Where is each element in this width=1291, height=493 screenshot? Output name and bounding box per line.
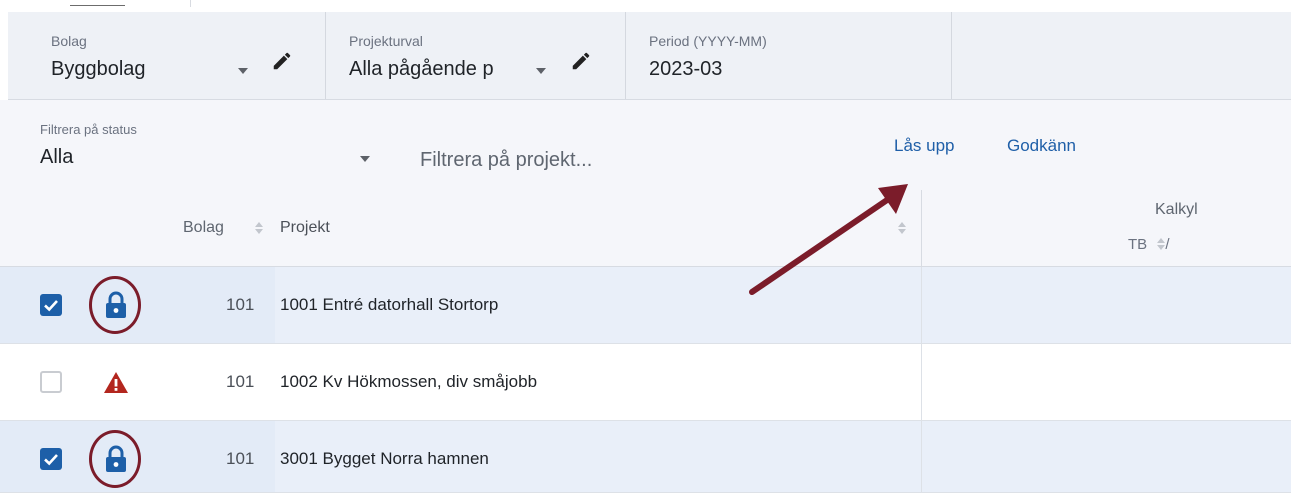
edit-pencil-icon[interactable] [570, 50, 592, 72]
chevron-down-icon[interactable] [238, 68, 248, 74]
row-checkbox[interactable] [40, 294, 62, 316]
column-header-tb[interactable]: TB / [1128, 236, 1170, 253]
projekturval-label: Projekturval [349, 33, 423, 49]
cropped-tab [10, 0, 191, 7]
row-projekt: 1001 Entré datorhall Stortorp [280, 295, 499, 314]
tb-separator: / [1165, 236, 1170, 253]
table-header: Bolag Projekt Kalkyl TB / [0, 190, 1291, 268]
bolag-label: Bolag [51, 33, 87, 49]
selector-header: Bolag Byggbolag Projekturval Alla pågåen… [8, 12, 1291, 100]
status-filter-value[interactable]: Alla [40, 146, 73, 169]
sort-icon[interactable] [255, 222, 263, 234]
table-row[interactable]: 101 1001 Entré datorhall Stortorp [0, 267, 1291, 344]
sort-icon[interactable] [898, 222, 906, 234]
column-divider [921, 421, 922, 492]
column-divider [921, 267, 922, 343]
row-projekt: 1002 Kv Hökmossen, div småjobb [280, 372, 538, 391]
chevron-down-icon[interactable] [360, 156, 370, 162]
row-bolag: 101 [226, 372, 255, 391]
bolag-selector[interactable]: Bolag Byggbolag [8, 12, 326, 99]
period-field[interactable]: Period (YYYY-MM) 2023-03 [626, 12, 952, 99]
checkmark-icon [44, 300, 58, 312]
filter-bar: Filtrera på status Alla Lås upp Godkänn [0, 100, 1291, 190]
warning-icon [104, 372, 128, 393]
status-filter-label: Filtrera på status [40, 122, 137, 137]
project-filter-input[interactable] [418, 142, 762, 178]
column-divider [921, 190, 922, 266]
chevron-down-icon[interactable] [536, 68, 546, 74]
table-row[interactable]: 101 3001 Bygget Norra hamnen [0, 421, 1291, 493]
annotation-circle [89, 430, 141, 488]
projekturval-value[interactable]: Alla pågående p [349, 58, 494, 81]
top-strip [0, 0, 1291, 12]
unlock-button[interactable]: Lås upp [894, 136, 955, 156]
checkmark-icon [44, 454, 58, 466]
column-group-kalkyl: Kalkyl [1155, 201, 1198, 218]
edit-pencil-icon[interactable] [271, 50, 293, 72]
period-label: Period (YYYY-MM) [649, 33, 767, 49]
cropped-underline [70, 0, 125, 6]
row-projekt: 3001 Bygget Norra hamnen [280, 449, 489, 468]
row-bolag: 101 [226, 295, 255, 314]
column-header-projekt[interactable]: Projekt [280, 219, 330, 237]
row-checkbox[interactable] [40, 448, 62, 470]
projekturval-selector[interactable]: Projekturval Alla pågående p [326, 12, 626, 99]
bolag-value[interactable]: Byggbolag [51, 58, 146, 81]
tb-label: TB [1128, 236, 1148, 253]
approve-button[interactable]: Godkänn [1007, 136, 1076, 156]
column-header-bolag[interactable]: Bolag [183, 219, 224, 237]
period-value[interactable]: 2023-03 [649, 58, 722, 81]
table-row[interactable]: 101 1002 Kv Hökmossen, div småjobb [0, 344, 1291, 421]
row-bolag: 101 [226, 449, 255, 468]
row-checkbox[interactable] [40, 371, 62, 393]
column-divider [921, 344, 922, 420]
annotation-circle [89, 276, 141, 334]
